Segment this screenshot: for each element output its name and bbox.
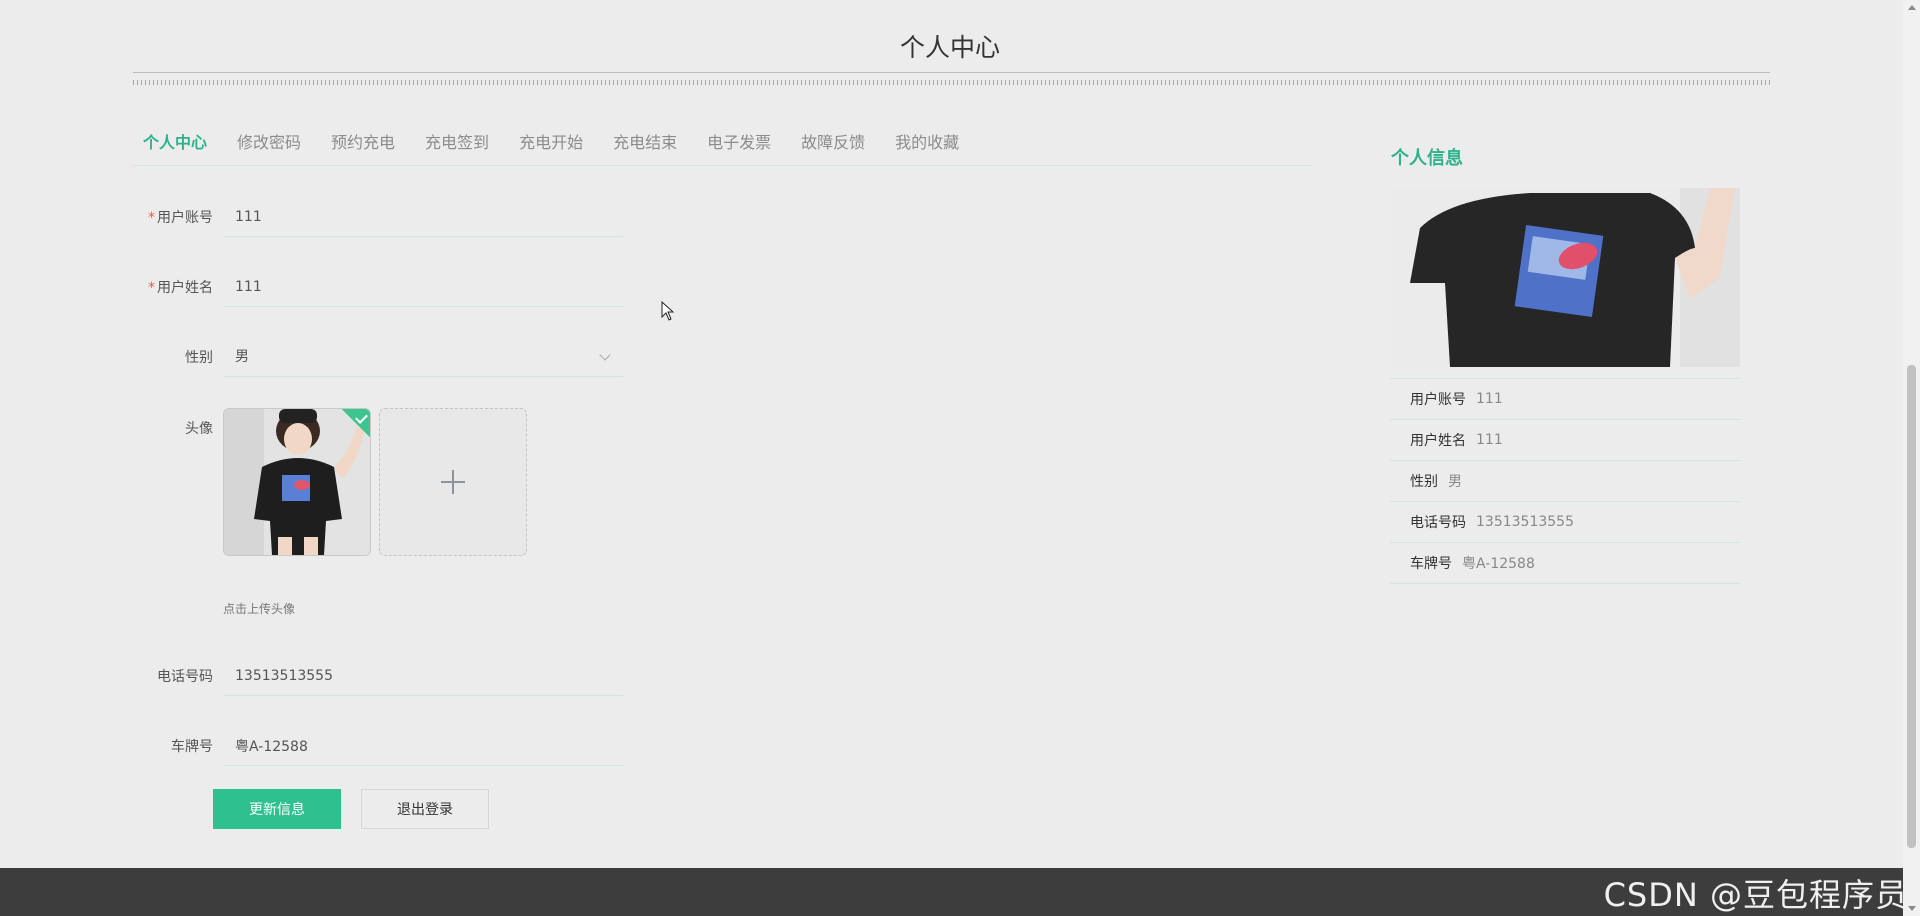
avatar-upload-button[interactable] — [379, 408, 527, 556]
info-item-plate: 车牌号 粤A-12588 — [1390, 543, 1740, 584]
info-avatar-image — [1390, 188, 1740, 367]
tab-charging-start[interactable]: 充电开始 — [504, 120, 598, 165]
name-label: * 用户姓名 — [148, 280, 213, 296]
account-input[interactable] — [223, 197, 623, 237]
avatar-label: 头像 — [185, 421, 213, 437]
tab-personal-center[interactable]: 个人中心 — [133, 120, 222, 165]
mouse-pointer-icon — [661, 301, 675, 321]
page: 个人中心 个人中心 修改密码 预约充电 充电签到 充电开始 充电结束 电子发票 … — [0, 0, 1920, 916]
page-title: 个人中心 — [899, 33, 1000, 62]
update-info-button[interactable]: 更新信息 — [213, 789, 341, 829]
phone-input[interactable] — [223, 656, 623, 696]
name-input[interactable] — [223, 267, 623, 307]
avatar-thumbnail[interactable] — [223, 408, 371, 556]
form-row-name: * 用户姓名 — [133, 267, 623, 307]
logout-button[interactable]: 退出登录 — [361, 789, 489, 829]
info-panel-title: 个人信息 — [1391, 148, 1463, 169]
tab-charging-checkin[interactable]: 充电签到 — [410, 120, 504, 165]
gender-label: 性别 — [185, 350, 213, 366]
chevron-down-icon — [599, 349, 611, 361]
avatar-image — [224, 409, 370, 555]
form-row-gender: 性别 男 — [133, 337, 623, 377]
tab-charging-end[interactable]: 充电结束 — [598, 120, 692, 165]
account-label: * 用户账号 — [148, 210, 213, 226]
tab-bar: 个人中心 修改密码 预约充电 充电签到 充电开始 充电结束 电子发票 故障反馈 … — [133, 120, 1313, 166]
form-row-plate: 车牌号 — [133, 726, 623, 766]
scroll-up-arrow-icon[interactable] — [1908, 5, 1916, 10]
phone-label: 电话号码 — [157, 669, 213, 685]
tab-my-favorites[interactable]: 我的收藏 — [880, 120, 974, 165]
info-item-gender: 性别 男 — [1390, 461, 1740, 502]
required-mark: * — [148, 280, 155, 296]
plate-label: 车牌号 — [171, 739, 213, 755]
info-item-account: 用户账号 111 — [1390, 379, 1740, 420]
required-mark: * — [148, 210, 155, 226]
plate-input[interactable] — [223, 726, 623, 766]
scrollbar-thumb[interactable] — [1907, 365, 1916, 848]
csdn-watermark: CSDN @豆包程序员 — [1603, 876, 1908, 914]
page-footer: CSDN @豆包程序员 — [0, 868, 1920, 916]
tab-fault-feedback[interactable]: 故障反馈 — [786, 120, 880, 165]
form-row-account: * 用户账号 — [133, 197, 623, 237]
gender-select[interactable]: 男 — [223, 337, 623, 377]
tab-reserve-charging[interactable]: 预约充电 — [316, 120, 410, 165]
info-list: 用户账号 111 用户姓名 111 性别 男 电话号码 13513513555 … — [1390, 378, 1740, 584]
info-item-phone: 电话号码 13513513555 — [1390, 502, 1740, 543]
title-divider — [133, 72, 1770, 85]
info-item-name: 用户姓名 111 — [1390, 420, 1740, 461]
scroll-down-arrow-icon[interactable] — [1908, 906, 1916, 911]
page-scrollbar[interactable] — [1903, 0, 1920, 916]
tab-change-password[interactable]: 修改密码 — [222, 120, 316, 165]
plus-icon-vertical — [452, 470, 454, 494]
gender-select-value: 男 — [235, 349, 249, 365]
avatar-upload-hint: 点击上传头像 — [223, 602, 296, 616]
tab-e-invoice[interactable]: 电子发票 — [692, 120, 786, 165]
form-row-phone: 电话号码 — [133, 656, 623, 696]
